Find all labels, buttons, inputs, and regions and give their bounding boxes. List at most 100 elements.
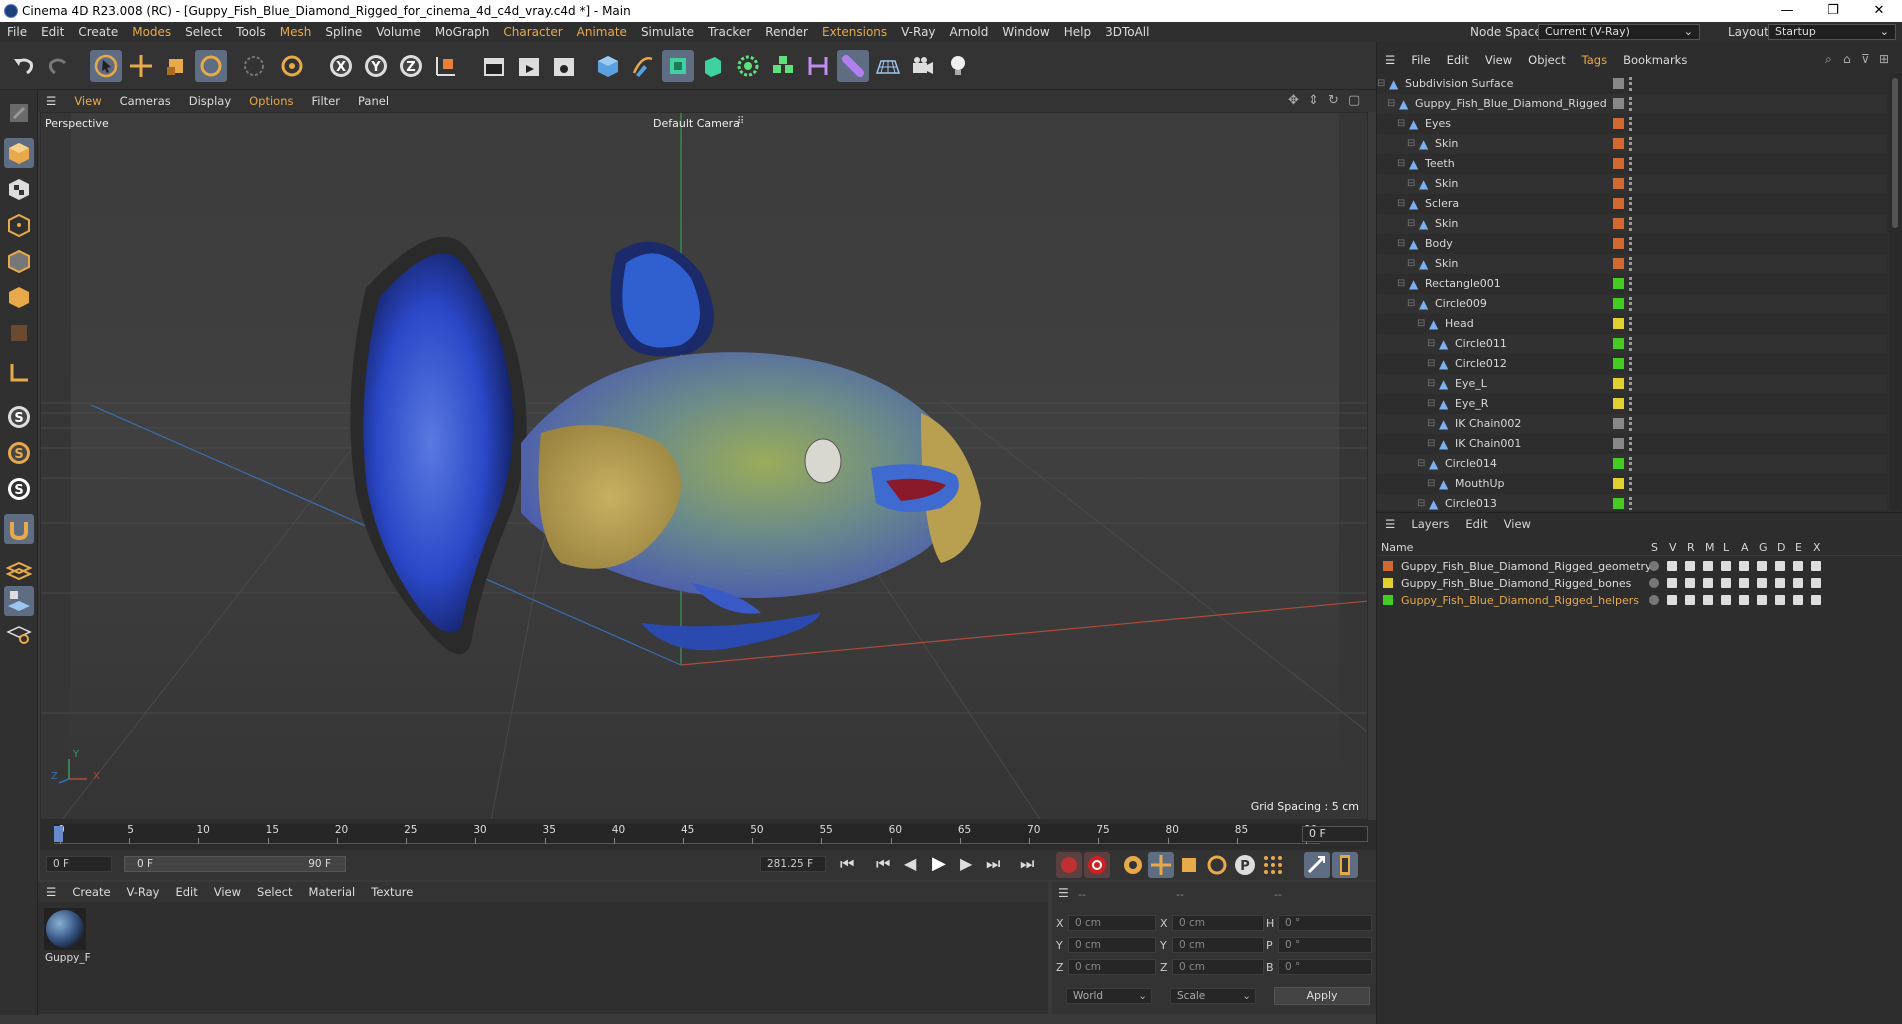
viewport-menu-view[interactable]: View: [65, 94, 110, 108]
layer-color-swatch[interactable]: [1613, 118, 1624, 129]
layer-color-swatch[interactable]: [1613, 338, 1624, 349]
layer-color-swatch[interactable]: [1613, 178, 1624, 189]
layer-color-swatch[interactable]: [1613, 258, 1624, 269]
pos-z-field[interactable]: 0 cm: [1068, 959, 1156, 975]
menu-mesh[interactable]: Mesh: [273, 25, 319, 39]
tree-expander-icon[interactable]: ⊟: [1407, 174, 1415, 194]
object-name[interactable]: Eyes: [1425, 114, 1451, 134]
position-key-button[interactable]: [1148, 852, 1174, 878]
object-row[interactable]: ⊟ ▲ Rectangle001: [1377, 274, 1887, 294]
current-frame-field[interactable]: 0 F: [1302, 826, 1368, 842]
object-row[interactable]: ⊟ ▲ Eye_L: [1377, 374, 1887, 394]
node-space-dropdown[interactable]: Current (V-Ray) ⌄: [1538, 24, 1700, 40]
layer-flag-toggle-icon[interactable]: [1811, 578, 1821, 588]
scrollbar-thumb[interactable]: [1892, 78, 1898, 228]
menu-character[interactable]: Character: [496, 25, 569, 39]
coord-mode-dropdown[interactable]: World ⌄: [1066, 988, 1152, 1004]
object-row[interactable]: ⊟ ▲ Skin: [1377, 214, 1887, 234]
object-name[interactable]: Teeth: [1425, 154, 1455, 174]
layer-flag-toggle-icon[interactable]: [1775, 595, 1785, 605]
render-settings-button[interactable]: [548, 50, 580, 82]
tree-expander-icon[interactable]: ⊟: [1417, 454, 1425, 474]
play-icon[interactable]: ▶: [932, 853, 946, 874]
layer-flag-toggle-icon[interactable]: [1721, 561, 1731, 571]
layer-name[interactable]: Guppy_Fish_Blue_Diamond_Rigged_geometry: [1401, 558, 1652, 575]
make-editable-button[interactable]: [4, 98, 34, 128]
visibility-dots-icon[interactable]: [1629, 437, 1633, 451]
visibility-dots-icon[interactable]: [1629, 417, 1633, 431]
viewport-rotate-icon[interactable]: ↻: [1328, 93, 1339, 108]
rot-h-field[interactable]: 0 °: [1278, 915, 1372, 931]
layer-flag-toggle-icon[interactable]: [1667, 595, 1677, 605]
layer-flag-toggle-icon[interactable]: [1757, 595, 1767, 605]
menu-help[interactable]: Help: [1057, 25, 1098, 39]
material-menu-vray[interactable]: V-Ray: [119, 885, 168, 899]
visibility-dots-icon[interactable]: [1629, 237, 1633, 251]
object-name[interactable]: IK Chain001: [1455, 434, 1521, 454]
next-frame-icon[interactable]: ▶: [960, 854, 972, 873]
layer-flag-toggle-icon[interactable]: [1667, 578, 1677, 588]
layer-flag-toggle-icon[interactable]: [1685, 595, 1695, 605]
menu-arnold[interactable]: Arnold: [943, 25, 996, 39]
tree-expander-icon[interactable]: ⊟: [1397, 194, 1405, 214]
layer-color-swatch[interactable]: [1613, 138, 1624, 149]
fps-field[interactable]: 281.25 F: [760, 856, 826, 872]
filter-icon[interactable]: ⊽: [1861, 52, 1870, 66]
layer-flag-toggle-icon[interactable]: [1739, 561, 1749, 571]
layer-flag-toggle-icon[interactable]: [1685, 578, 1695, 588]
tree-expander-icon[interactable]: ⊟: [1397, 274, 1405, 294]
visibility-dots-icon[interactable]: [1629, 97, 1633, 111]
tree-expander-icon[interactable]: ⊟: [1427, 374, 1435, 394]
camera-options-icon[interactable]: ⠿: [737, 116, 744, 127]
menu-edit[interactable]: Edit: [34, 25, 71, 39]
layer-row[interactable]: Guppy_Fish_Blue_Diamond_Rigged_helpers: [1377, 592, 1902, 609]
layer-flag-toggle-icon[interactable]: [1703, 578, 1713, 588]
workplane-button[interactable]: [4, 554, 34, 584]
locked-workplane-button[interactable]: [4, 586, 34, 616]
timeline-track[interactable]: 051015202530354045505560657075808590: [54, 824, 1320, 844]
visibility-dots-icon[interactable]: [1629, 297, 1633, 311]
object-row[interactable]: ⊟ ▲ Circle009: [1377, 294, 1887, 314]
size-z-field[interactable]: 0 cm: [1172, 959, 1264, 975]
move-tool-button[interactable]: [125, 50, 157, 82]
uv-mode-button[interactable]: [4, 318, 34, 348]
object-row[interactable]: ⊟ ▲ Circle012: [1377, 354, 1887, 374]
layer-col-generators[interactable]: G: [1759, 541, 1768, 554]
object-row[interactable]: ⊟ ▲ Skin: [1377, 174, 1887, 194]
layer-flag-toggle-icon[interactable]: [1667, 561, 1677, 571]
size-mode-dropdown[interactable]: Scale ⌄: [1170, 988, 1256, 1004]
restore-button[interactable]: ❐: [1810, 0, 1856, 22]
parameter-key-button[interactable]: P: [1232, 852, 1258, 878]
object-menu-view[interactable]: View: [1477, 53, 1520, 67]
visibility-dots-icon[interactable]: [1629, 277, 1633, 291]
layout-dropdown[interactable]: Startup ⌄: [1768, 24, 1896, 40]
layer-flag-toggle-icon[interactable]: [1739, 595, 1749, 605]
layers-menu-layers[interactable]: Layers: [1403, 517, 1457, 531]
viewport-move-icon[interactable]: ✥: [1288, 93, 1299, 108]
layer-flag-toggle-icon[interactable]: [1793, 595, 1803, 605]
layer-col-deformers[interactable]: D: [1777, 541, 1785, 554]
tree-expander-icon[interactable]: ⊟: [1397, 154, 1405, 174]
object-name[interactable]: Body: [1425, 234, 1453, 254]
live-selection-button[interactable]: [90, 50, 122, 82]
viewport-menu-panel[interactable]: Panel: [349, 94, 398, 108]
viewport-maximize-icon[interactable]: ▢: [1348, 93, 1360, 108]
undo-button[interactable]: [8, 50, 40, 82]
snap-button[interactable]: S: [4, 402, 34, 432]
pos-y-field[interactable]: 0 cm: [1068, 937, 1156, 953]
scale-tool-button[interactable]: [160, 50, 192, 82]
layer-color-swatch[interactable]: [1613, 498, 1624, 509]
layer-color-swatch[interactable]: [1383, 561, 1393, 571]
visibility-dots-icon[interactable]: [1629, 457, 1633, 471]
menu-simulate[interactable]: Simulate: [634, 25, 701, 39]
menu-select[interactable]: Select: [178, 25, 229, 39]
viewport-menu-filter[interactable]: Filter: [303, 94, 349, 108]
floor-object-button[interactable]: [872, 50, 904, 82]
rot-p-field[interactable]: 0 °: [1278, 937, 1372, 953]
menu-extensions[interactable]: Extensions: [815, 25, 894, 39]
visibility-dots-icon[interactable]: [1629, 157, 1633, 171]
layer-color-swatch[interactable]: [1613, 198, 1624, 209]
layer-flag-toggle-icon[interactable]: [1793, 578, 1803, 588]
rot-b-field[interactable]: 0 °: [1278, 959, 1372, 975]
visibility-dots-icon[interactable]: [1629, 377, 1633, 391]
